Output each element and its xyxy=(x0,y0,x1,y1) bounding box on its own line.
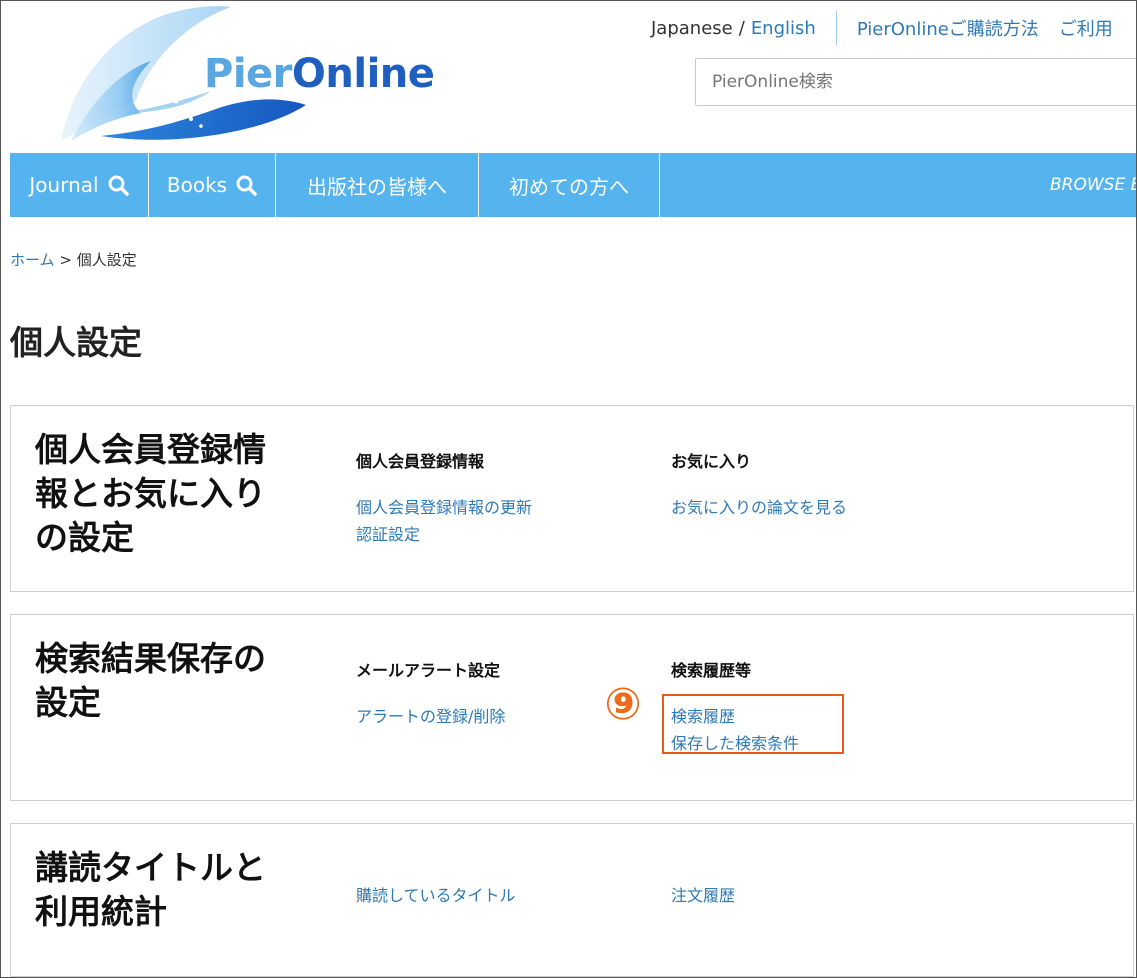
nav-publishers-label: 出版社の皆様へ xyxy=(307,174,447,199)
section-search-save: 検索結果保存の設定 メールアラート設定 アラートの登録/削除 検索履歴等 検索履… xyxy=(10,614,1134,801)
search-history-heading: 検索履歴等 xyxy=(671,661,752,680)
order-history-column: 注文履歴 xyxy=(671,882,735,909)
subscriptions-column: 購読しているタイトル xyxy=(356,882,516,909)
main-nav: Journal Books 出版社の皆様へ 初めての方へ BROWSE B xyxy=(10,153,1136,217)
section-member-favorites: 個人会員登録情報とお気に入りの設定 個人会員登録情報 個人会員登録情報の更新 認… xyxy=(10,405,1134,592)
page: PierOnline Japanese / English PierOnline… xyxy=(0,0,1137,978)
logo[interactable]: PierOnline xyxy=(41,1,461,146)
breadcrumb-separator: > xyxy=(59,251,72,269)
logo-text: PierOnline xyxy=(204,51,435,97)
logo-text-pier: Pier xyxy=(204,51,292,97)
nav-browse[interactable]: BROWSE B xyxy=(1050,153,1136,217)
member-info-heading: 個人会員登録情報 xyxy=(356,452,485,471)
annotation-highlight-box xyxy=(662,694,844,754)
search-icon xyxy=(236,175,257,196)
favorites-column: お気に入り お気に入りの論文を見る xyxy=(671,448,847,521)
section-title: 講読タイトルと利用統計 xyxy=(35,848,266,931)
subscribed-titles-link[interactable]: 購読しているタイトル xyxy=(356,882,516,909)
annotation-number: ⑨ xyxy=(604,679,642,730)
nav-books[interactable]: Books xyxy=(149,153,276,217)
view-favorites-link[interactable]: お気に入りの論文を見る xyxy=(671,494,847,521)
favorites-heading: お気に入り xyxy=(671,452,752,471)
search-icon xyxy=(108,175,129,196)
nav-journal-label: Journal xyxy=(29,173,99,197)
nav-books-label: Books xyxy=(166,173,228,197)
breadcrumb-home-link[interactable]: ホーム xyxy=(10,251,55,269)
subscribe-link[interactable]: PierOnlineご購読方法 xyxy=(857,15,1039,41)
member-info-column: 個人会員登録情報 個人会員登録情報の更新 認証設定 xyxy=(356,448,532,548)
section-title: 個人会員登録情報とお気に入りの設定 xyxy=(35,430,266,557)
alert-register-link[interactable]: アラートの登録/削除 xyxy=(356,703,505,730)
header-divider xyxy=(835,11,837,45)
section-subscriptions-stats: 講読タイトルと利用統計 購読しているタイトル 注文履歴 xyxy=(10,823,1134,977)
nav-publishers[interactable]: 出版社の皆様へ xyxy=(276,153,479,217)
update-member-info-link[interactable]: 個人会員登録情報の更新 xyxy=(356,494,532,521)
order-history-link[interactable]: 注文履歴 xyxy=(671,882,735,909)
nav-journal[interactable]: Journal xyxy=(10,153,149,217)
search-input[interactable] xyxy=(695,58,1136,106)
breadcrumb: ホーム > 個人設定 xyxy=(10,249,137,270)
logo-text-online: Online xyxy=(291,51,435,97)
nav-first-time[interactable]: 初めての方へ xyxy=(479,153,660,217)
breadcrumb-current: 個人設定 xyxy=(76,251,137,269)
site-header: PierOnline Japanese / English PierOnline… xyxy=(1,1,1136,153)
usage-link[interactable]: ご利用 xyxy=(1059,15,1113,41)
mail-alert-column: メールアラート設定 アラートの登録/削除 xyxy=(356,657,505,730)
mail-alert-heading: メールアラート設定 xyxy=(356,661,501,680)
lang-separator: / xyxy=(738,17,745,39)
top-links: Japanese / English PierOnlineご購読方法 ご利用 xyxy=(651,11,1133,45)
lang-japanese[interactable]: Japanese xyxy=(651,18,733,39)
page-title: 個人設定 xyxy=(10,323,142,362)
nav-first-time-label: 初めての方へ xyxy=(509,174,629,199)
lang-english-link[interactable]: English xyxy=(751,18,816,39)
section-title: 検索結果保存の設定 xyxy=(35,639,266,722)
auth-settings-link[interactable]: 認証設定 xyxy=(356,521,532,548)
